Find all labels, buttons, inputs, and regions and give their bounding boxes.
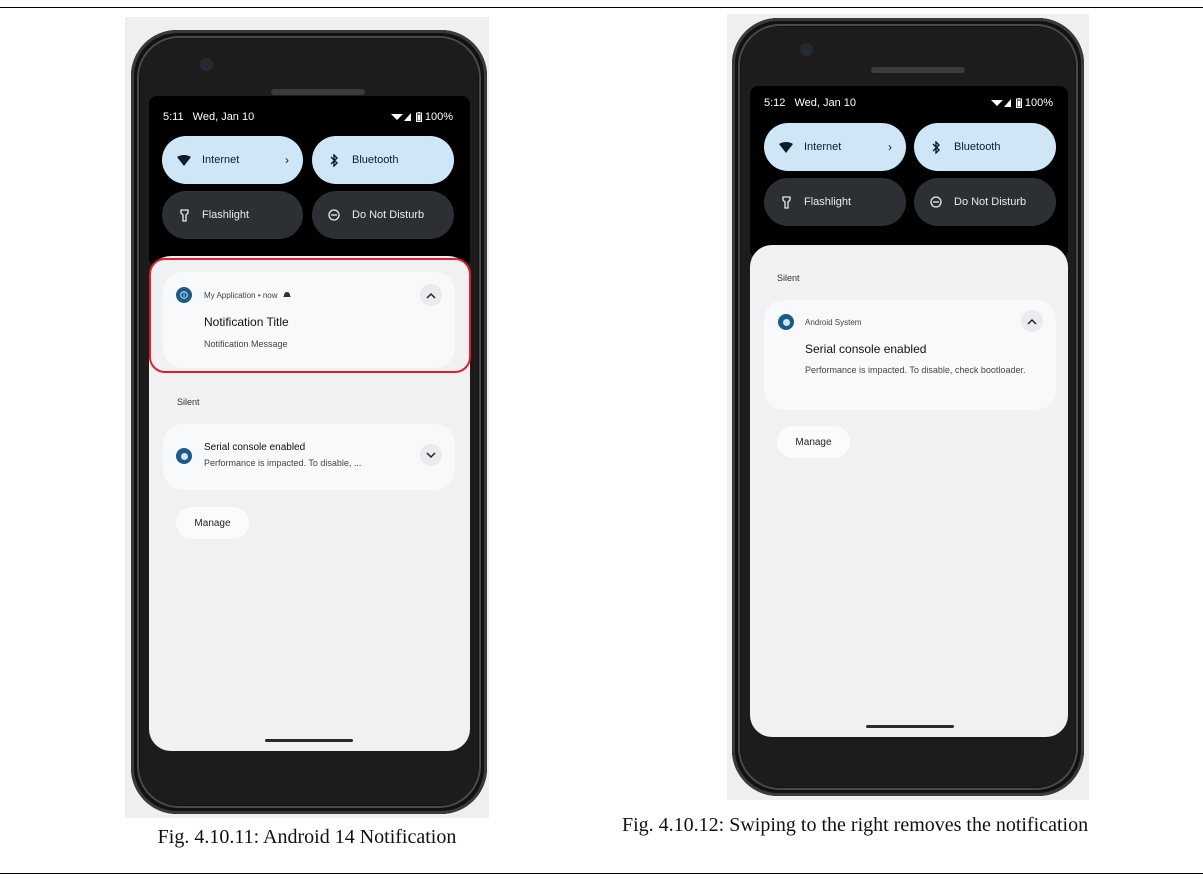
tile-bluetooth[interactable]: Bluetooth [312,136,454,184]
bluetooth-icon [326,152,342,168]
status-date: Wed, Jan 10 [192,111,255,123]
do-not-disturb-icon [326,207,342,223]
wifi-icon [778,139,794,155]
system-app-name: Android System [805,318,862,327]
home-indicator[interactable] [265,739,353,742]
android-system-icon [778,314,794,330]
front-camera-icon [802,45,811,54]
tile-label: Flashlight [202,209,250,221]
battery-icon [1015,98,1022,109]
status-time: 5:11 [163,111,184,123]
tile-bluetooth[interactable]: Bluetooth [914,123,1056,171]
tile-internet[interactable]: Internet › [162,136,303,184]
tile-label: Bluetooth [352,154,399,166]
bottom-rule [0,873,1203,874]
tile-internet[interactable]: Internet › [764,123,906,171]
battery-percent: 100% [1024,97,1053,109]
status-bar: 5:11 Wed, Jan 10 100% [163,111,453,125]
front-camera-icon [202,60,211,69]
collapse-button[interactable] [1021,310,1043,332]
status-date: Wed, Jan 10 [794,97,857,109]
wifi-icon [176,152,192,168]
signal-icon [990,99,1011,108]
silent-notification-message: Performance is impacted. To disable, ... [204,458,362,468]
tile-label: Flashlight [804,196,852,208]
chevron-right-icon: › [888,140,892,154]
status-bar: 5:12 Wed, Jan 10 100% [764,97,1053,111]
signal-icon [390,113,411,122]
bluetooth-icon [928,139,944,155]
tile-label: Bluetooth [954,141,1001,153]
expand-button[interactable] [420,444,442,466]
tile-do-not-disturb[interactable]: Do Not Disturb [914,178,1056,226]
chevron-right-icon: › [285,153,289,167]
system-notification-title: Serial console enabled [805,342,927,356]
tile-flashlight[interactable]: Flashlight [162,191,303,239]
flashlight-icon [778,194,794,210]
silent-notification-title: Serial console enabled [204,442,306,453]
do-not-disturb-icon [928,194,944,210]
speaker-grille [271,89,365,95]
battery-percent: 100% [424,111,453,123]
status-time: 5:12 [764,97,786,109]
home-indicator[interactable] [866,725,954,728]
tile-label: Do Not Disturb [954,196,1027,208]
chevron-down-icon [426,451,436,458]
speaker-grille [871,67,965,73]
top-rule [0,7,1203,8]
battery-icon [415,112,422,123]
chevron-up-icon [1027,318,1037,325]
flashlight-icon [176,207,192,223]
tile-label: Do Not Disturb [352,209,425,221]
system-notification-message: Performance is impacted. To disable, che… [805,365,1026,375]
manage-button[interactable]: Manage [176,507,249,539]
silent-section-label: Silent [777,273,800,283]
tile-label: Internet [202,154,240,166]
silent-section-label: Silent [177,397,200,407]
tile-flashlight[interactable]: Flashlight [764,178,906,226]
quick-settings-area-2 [750,86,1068,258]
figure-caption-1: Fig. 4.10.11: Android 14 Notification [157,826,457,848]
tile-label: Internet [804,141,842,153]
tile-do-not-disturb[interactable]: Do Not Disturb [312,191,454,239]
highlight-outline [149,258,471,373]
figure-caption-2: Fig. 4.10.12: Swiping to the right remov… [622,814,1089,836]
android-system-icon [176,448,192,464]
manage-button[interactable]: Manage [777,426,850,458]
